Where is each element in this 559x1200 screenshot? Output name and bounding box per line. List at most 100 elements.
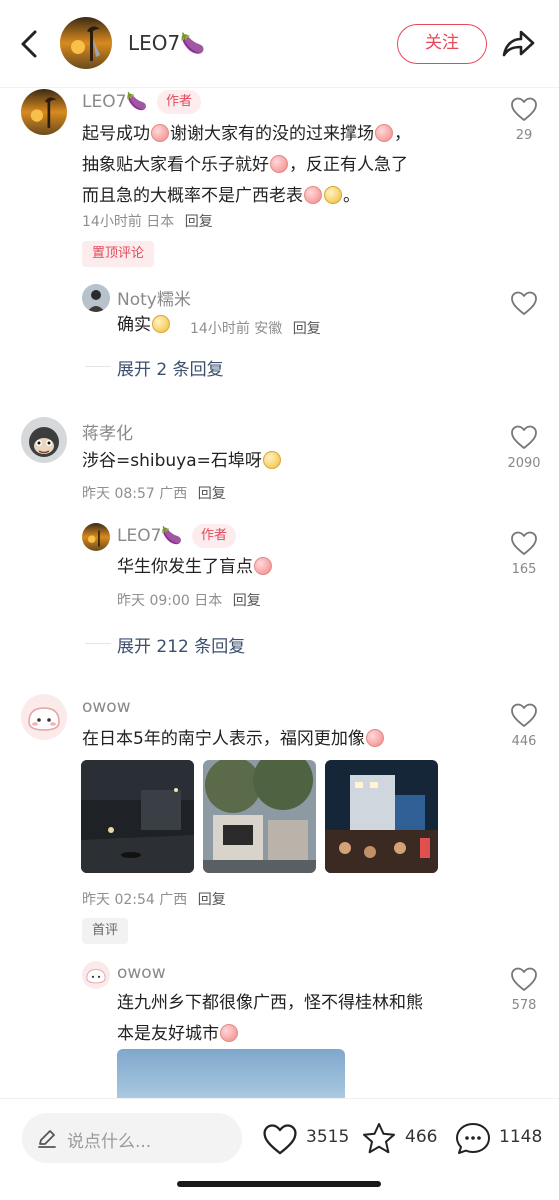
comment-photo[interactable] bbox=[203, 760, 316, 873]
emoji-icon bbox=[220, 1024, 238, 1042]
divider bbox=[85, 643, 111, 644]
avatar[interactable] bbox=[82, 961, 110, 989]
heart-icon bbox=[511, 967, 537, 991]
comment-time: 14小时前 bbox=[82, 214, 142, 230]
collect-count: 466 bbox=[405, 1127, 438, 1147]
comment-text-segment: 而且急的大概率不是广西老表 bbox=[82, 186, 303, 206]
avatar-image bbox=[21, 417, 67, 463]
avatar-image bbox=[82, 284, 110, 312]
avatar-image bbox=[60, 17, 112, 69]
chevron-left-icon bbox=[21, 30, 37, 58]
reply-text-segment: 华生你发生了盲点 bbox=[117, 557, 253, 577]
like-post-button[interactable]: 3515 bbox=[262, 1119, 352, 1159]
like-count: 2090 bbox=[507, 456, 541, 471]
first-comment-tag: 首评 bbox=[82, 918, 129, 944]
reply-username[interactable]: Noty糯米 bbox=[117, 285, 191, 310]
comment-text: 涉谷=shibuya=石埠呀 bbox=[82, 446, 282, 477]
comment-photo[interactable] bbox=[81, 760, 194, 873]
reply-button[interactable]: 回复 bbox=[233, 593, 261, 609]
comment-username[interactable]: LEO7🍆 bbox=[82, 92, 148, 112]
comment-location: 广西 bbox=[159, 486, 188, 502]
reply-button[interactable]: 回复 bbox=[198, 486, 226, 502]
comment-text-segment: ，反正有人急了 bbox=[289, 155, 408, 175]
reply-text: 确实 bbox=[117, 310, 171, 341]
avatar[interactable] bbox=[82, 284, 110, 312]
comment-location: 日本 bbox=[146, 214, 175, 230]
like-count: 446 bbox=[511, 734, 537, 749]
like-count: 578 bbox=[511, 998, 537, 1013]
expand-replies-link[interactable]: 展开 2 条回复 bbox=[117, 355, 224, 380]
follow-button[interactable]: 关注 bbox=[397, 24, 487, 64]
heart-icon bbox=[511, 291, 537, 315]
comment-text-segment: 在日本5年的南宁人表示，福冈更加像 bbox=[82, 729, 365, 749]
emoji-icon bbox=[270, 155, 288, 173]
reply-button[interactable]: 回复 bbox=[198, 892, 226, 908]
emoji-icon bbox=[375, 124, 393, 142]
comment-time: 昨天 02:54 bbox=[82, 892, 155, 908]
author-badge: 作者 bbox=[192, 524, 237, 548]
collect-button[interactable]: 466 bbox=[361, 1119, 445, 1159]
comment-text-segment: 谢谢大家有的没的过来撑场 bbox=[170, 124, 374, 144]
expand-replies-link[interactable]: 展开 212 条回复 bbox=[117, 632, 245, 657]
divider bbox=[85, 366, 111, 367]
emoji-icon bbox=[151, 124, 169, 142]
reply-text: 连九州乡下都很像广西，怪不得桂林和熊 本是友好城市 bbox=[117, 988, 497, 1050]
reply-text-segment: 连九州乡下都很像广西，怪不得桂林和熊 bbox=[117, 993, 423, 1013]
reply-button[interactable]: 回复 bbox=[185, 214, 213, 230]
reply-username[interactable]: owow bbox=[117, 963, 166, 983]
reply-meta: 昨天 09:00 日本 回复 bbox=[117, 590, 261, 610]
comment-text-segment: 抽象贴大家看个乐子就好 bbox=[82, 155, 269, 175]
reply-time: 昨天 09:00 bbox=[117, 593, 190, 609]
avatar[interactable] bbox=[21, 417, 67, 463]
reply-meta: 14小时前 安徽 回复 bbox=[190, 318, 321, 338]
comment-photo[interactable] bbox=[325, 760, 438, 873]
reply-button[interactable]: 回复 bbox=[293, 321, 321, 337]
comment-input[interactable]: 说点什么... bbox=[22, 1113, 242, 1163]
comment-location: 广西 bbox=[159, 892, 188, 908]
emoji-icon bbox=[324, 186, 342, 204]
reply-username[interactable]: LEO7🍆 bbox=[117, 526, 183, 546]
avatar[interactable] bbox=[60, 17, 112, 69]
comment-username[interactable]: 蒋孝化 bbox=[82, 419, 133, 444]
comment-bubble-icon bbox=[456, 1123, 490, 1154]
night-street-photo bbox=[81, 760, 194, 873]
comment-username[interactable]: owow bbox=[82, 697, 131, 717]
comment-text: 在日本5年的南宁人表示，福冈更加像 bbox=[82, 724, 385, 755]
avatar[interactable] bbox=[21, 89, 67, 135]
author-badge: 作者 bbox=[157, 90, 202, 114]
heart-icon bbox=[511, 97, 537, 121]
reply-location: 安徽 bbox=[254, 321, 283, 337]
home-indicator bbox=[177, 1181, 381, 1187]
avatar[interactable] bbox=[21, 694, 67, 740]
avatar[interactable] bbox=[82, 523, 110, 551]
like-count: 165 bbox=[511, 562, 537, 577]
street-trees-photo bbox=[203, 760, 316, 873]
comment-text-segment: 。 bbox=[343, 186, 360, 206]
comment-text-segment: 涉谷=shibuya=石埠呀 bbox=[82, 451, 262, 471]
reply-text: 华生你发生了盲点 bbox=[117, 552, 273, 583]
like-button[interactable]: 29 bbox=[502, 96, 546, 143]
comment-time: 昨天 08:57 bbox=[82, 486, 155, 502]
comments-button[interactable]: 1148 bbox=[454, 1119, 549, 1159]
comment-meta: 昨天 02:54 广西 回复 bbox=[82, 889, 226, 909]
like-button[interactable]: 2090 bbox=[502, 424, 546, 471]
like-button[interactable]: 165 bbox=[502, 530, 546, 577]
emoji-icon bbox=[152, 315, 170, 333]
comments-count: 1148 bbox=[499, 1127, 543, 1147]
like-button[interactable] bbox=[502, 290, 546, 316]
like-button[interactable]: 578 bbox=[502, 966, 546, 1013]
comment-text-segment: 起号成功 bbox=[82, 124, 150, 144]
avatar-image bbox=[82, 523, 110, 551]
avatar-image bbox=[21, 694, 67, 740]
reply-location: 日本 bbox=[194, 593, 223, 609]
header-username[interactable]: LEO7🍆 bbox=[128, 31, 205, 55]
comment-meta: 昨天 08:57 广西 回复 bbox=[82, 483, 226, 503]
share-button[interactable] bbox=[500, 27, 536, 61]
reply-text-segment: 确实 bbox=[117, 315, 151, 335]
back-button[interactable] bbox=[14, 26, 46, 62]
pinned-tag: 置顶评论 bbox=[82, 241, 155, 267]
like-button[interactable]: 446 bbox=[502, 702, 546, 749]
heart-icon bbox=[263, 1124, 297, 1155]
emoji-icon bbox=[254, 557, 272, 575]
share-icon bbox=[502, 30, 535, 57]
